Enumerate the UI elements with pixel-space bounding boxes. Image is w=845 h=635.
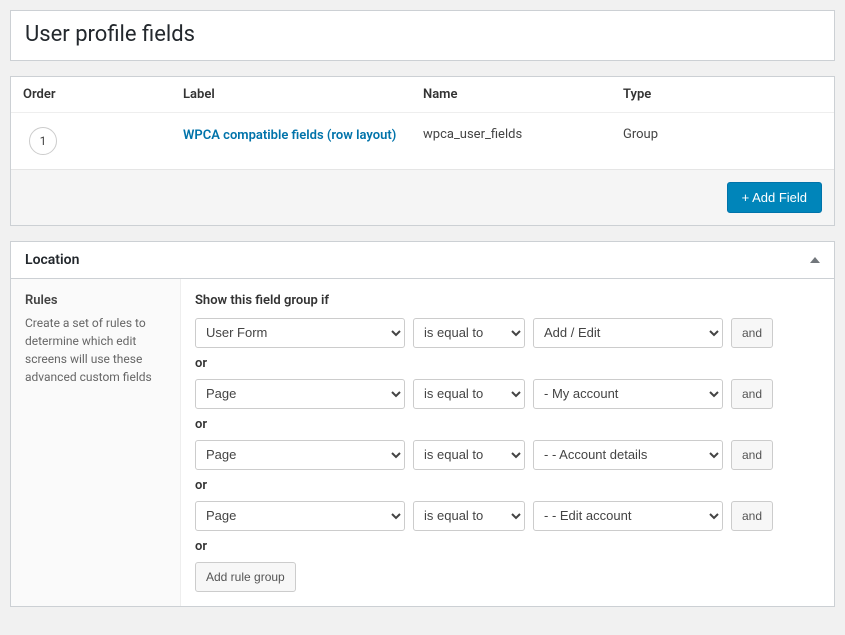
rule-op-select[interactable]: is equal to [413, 440, 525, 470]
rules-title: Show this field group if [195, 293, 820, 308]
rule-value-select[interactable]: Add / Edit [533, 318, 723, 348]
add-rule-group-button[interactable]: Add rule group [195, 562, 296, 592]
th-type: Type [611, 77, 834, 113]
rule-value-select[interactable]: - - Edit account [533, 501, 723, 531]
rule-value-select[interactable]: - My account [533, 379, 723, 409]
rule-param-select[interactable]: User Form [195, 318, 405, 348]
and-button[interactable]: and [731, 440, 773, 470]
rule-value-select[interactable]: - - Account details [533, 440, 723, 470]
field-label-link[interactable]: WPCA compatible fields (row layout) [183, 128, 396, 143]
fields-toolbar: + Add Field [11, 169, 834, 225]
sidebar-desc: Create a set of rules to determine which… [25, 314, 166, 386]
th-order: Order [11, 77, 171, 113]
th-name: Name [411, 77, 611, 113]
sidebar-title: Rules [25, 293, 166, 308]
or-divider: or [195, 356, 820, 371]
rules-area: Show this field group if User Form is eq… [181, 279, 834, 606]
location-header: Location [11, 242, 834, 279]
field-type: Group [611, 112, 834, 169]
and-button[interactable]: and [731, 379, 773, 409]
add-field-button[interactable]: + Add Field [727, 182, 822, 213]
fields-table: Order Label Name Type 1 WPCA compatible … [11, 77, 834, 169]
or-divider: or [195, 417, 820, 432]
rule-op-select[interactable]: is equal to [413, 318, 525, 348]
collapse-icon[interactable] [810, 257, 820, 263]
rule-op-select[interactable]: is equal to [413, 379, 525, 409]
field-name: wpca_user_fields [411, 112, 611, 169]
location-sidebar: Rules Create a set of rules to determine… [11, 279, 181, 606]
and-button[interactable]: and [731, 318, 773, 348]
th-label: Label [171, 77, 411, 113]
or-divider: or [195, 478, 820, 493]
rule-row: Page is equal to - - Account details and [195, 440, 820, 470]
rule-param-select[interactable]: Page [195, 440, 405, 470]
page-title: User profile fields [25, 21, 820, 50]
rule-row: User Form is equal to Add / Edit and [195, 318, 820, 348]
rule-row: Page is equal to - My account and [195, 379, 820, 409]
fields-panel: Order Label Name Type 1 WPCA compatible … [10, 76, 835, 226]
location-heading: Location [25, 252, 79, 268]
rule-param-select[interactable]: Page [195, 379, 405, 409]
or-divider: or [195, 539, 820, 554]
title-panel: User profile fields [10, 10, 835, 61]
and-button[interactable]: and [731, 501, 773, 531]
rule-param-select[interactable]: Page [195, 501, 405, 531]
order-badge[interactable]: 1 [29, 127, 57, 155]
rule-op-select[interactable]: is equal to [413, 501, 525, 531]
rule-row: Page is equal to - - Edit account and [195, 501, 820, 531]
table-row: 1 WPCA compatible fields (row layout) wp… [11, 112, 834, 169]
location-postbox: Location Rules Create a set of rules to … [10, 241, 835, 607]
